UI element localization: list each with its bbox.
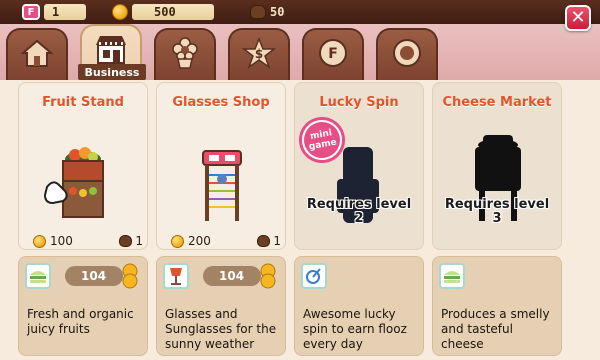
tab-decor[interactable] <box>154 28 216 80</box>
description: Awesome lucky spin to earn flooz every d… <box>303 307 407 351</box>
required-level: 2 <box>354 211 364 226</box>
card-title: Fruit Stand <box>42 95 124 110</box>
tab-flooz[interactable]: F <box>302 28 364 80</box>
info-lucky-spin: Awesome lucky spin to earn flooz every d… <box>294 256 424 356</box>
glasses-shop-illustration <box>157 117 287 227</box>
production-count: 104 <box>203 266 261 286</box>
gold-coins-icon <box>119 263 141 289</box>
card-glasses-shop[interactable]: Glasses Shop 200 1 <box>156 82 286 250</box>
coins-value: 500 <box>132 4 214 20</box>
svg-text:F: F <box>328 46 338 62</box>
description: Fresh and organic juicy fruits <box>27 307 134 336</box>
bags-counter: 50 <box>250 3 284 21</box>
info-glasses-shop: 104 Glasses and Sunglasses for the sunny… <box>156 256 286 356</box>
card-title: Cheese Market <box>442 95 552 110</box>
production-count: 104 <box>65 266 123 286</box>
gold-coins-icon <box>257 263 279 289</box>
requires-level-text: Requires level <box>306 197 412 212</box>
active-tab-label: Business <box>78 64 146 80</box>
card-title: Glasses Shop <box>172 95 270 110</box>
price-row: 100 1 <box>33 233 143 249</box>
star-dollar-icon: $ <box>242 36 276 70</box>
bag-icon <box>257 235 271 247</box>
card-cheese-market[interactable]: Cheese Market Requires level 3 <box>432 82 562 250</box>
bag-icon <box>250 5 266 19</box>
price-coins: 100 <box>50 234 73 248</box>
flower-icon <box>168 36 202 70</box>
shop-content: Fruit Stand 100 1 Glasses Shop 200 1 Luc… <box>0 80 600 360</box>
house-icon <box>20 36 54 70</box>
lamp-icon <box>163 263 189 289</box>
spin-icon <box>301 263 327 289</box>
tab-frame[interactable] <box>376 28 438 80</box>
burger-icon <box>439 263 465 289</box>
coins-counter: 500 <box>112 3 214 21</box>
top-status-bar: F 1 500 50 <box>0 0 600 24</box>
card-fruit-stand[interactable]: Fruit Stand 100 1 <box>18 82 148 250</box>
coin-icon <box>171 234 184 248</box>
shop-icon <box>94 32 128 66</box>
info-cheese-market: Produces a smelly and tasteful cheese <box>432 256 562 356</box>
svg-text:$: $ <box>255 47 263 61</box>
price-row: 200 1 <box>171 233 281 249</box>
bags-value: 50 <box>270 5 285 19</box>
card-title: Lucky Spin <box>319 95 399 110</box>
flooz-counter: F 1 <box>22 3 86 21</box>
tab-bank[interactable]: $ <box>228 28 290 80</box>
flooz-icon: F <box>22 4 40 20</box>
description: Glasses and Sunglasses for the sunny wea… <box>165 307 277 351</box>
coin-icon <box>33 234 46 248</box>
tab-home[interactable] <box>6 28 68 80</box>
required-level: 3 <box>492 211 502 226</box>
bag-icon <box>119 235 133 247</box>
info-fruit-stand: 104 Fresh and organic juicy fruits <box>18 256 148 356</box>
close-icon: ✕ <box>570 7 586 28</box>
flooz-value: 1 <box>44 4 86 20</box>
description: Produces a smelly and tasteful cheese <box>441 307 550 351</box>
price-bags: 1 <box>273 234 281 248</box>
price-bags: 1 <box>135 234 143 248</box>
burger-icon <box>25 263 51 289</box>
requires-level-text: Requires level <box>444 197 550 212</box>
coin-icon <box>112 4 128 20</box>
card-lucky-spin[interactable]: Lucky Spin mini game Requires level 2 <box>294 82 424 250</box>
fruit-stand-illustration <box>19 117 149 227</box>
flooz-coin-icon: F <box>316 36 350 70</box>
close-button[interactable]: ✕ <box>565 5 591 31</box>
ring-icon <box>390 36 424 70</box>
price-coins: 200 <box>188 234 211 248</box>
